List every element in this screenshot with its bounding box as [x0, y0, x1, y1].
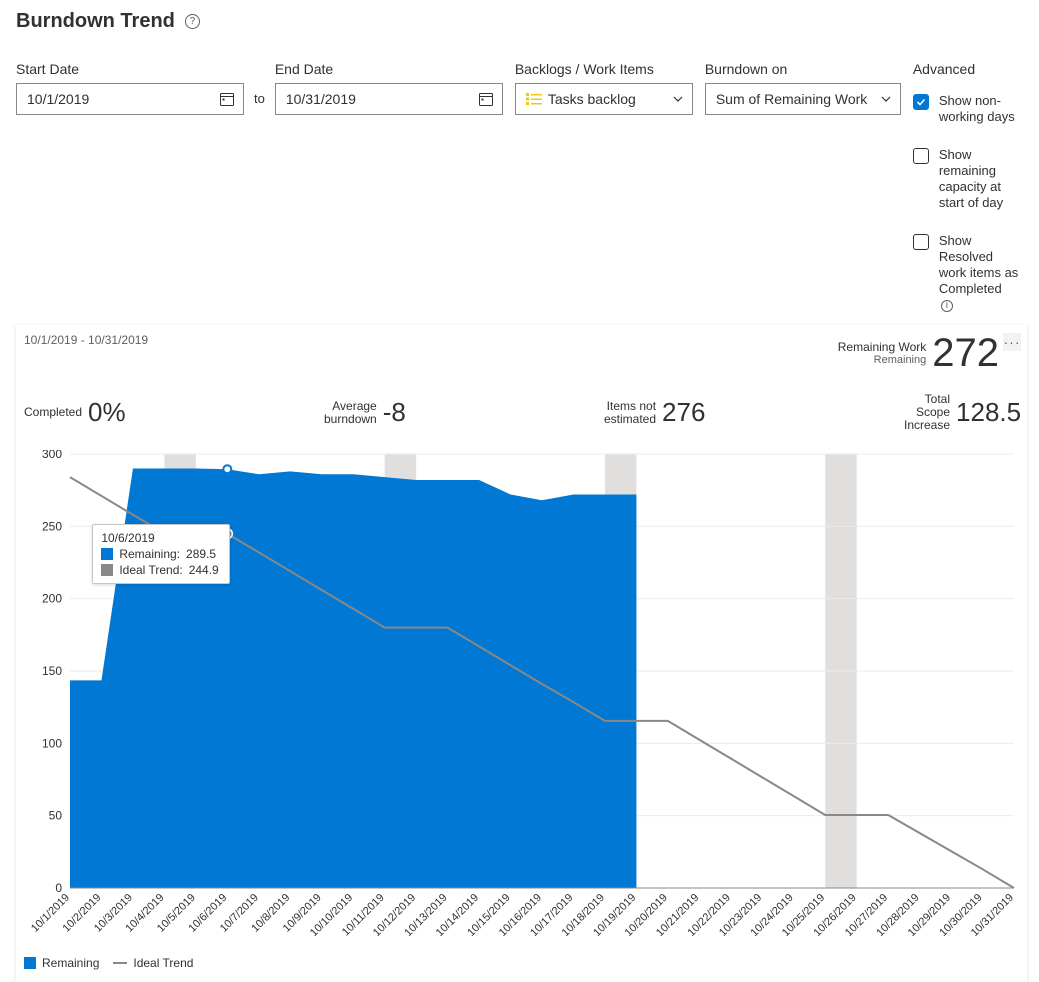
- burndown-card: 10/1/2019 - 10/31/2019 Remaining Work Re…: [16, 325, 1027, 982]
- start-date-input[interactable]: 10/1/2019: [16, 83, 244, 115]
- end-date-input[interactable]: 10/31/2019: [275, 83, 503, 115]
- burndown-label: Burndown on: [705, 61, 901, 77]
- backlogs-label: Backlogs / Work Items: [515, 61, 693, 77]
- date-range: 10/1/2019 - 10/31/2019: [24, 333, 148, 347]
- calendar-icon: [219, 91, 235, 107]
- help-icon[interactable]: ?: [185, 14, 200, 29]
- checkbox-nonworking[interactable]: [913, 94, 929, 110]
- completed-value: 0%: [88, 397, 126, 428]
- items-not-estimated-value: 276: [662, 397, 705, 428]
- page-title: Burndown Trend: [16, 10, 175, 33]
- adv-resolved-label: Show Resolved work items as Completed i: [939, 233, 1019, 313]
- end-date-value: 10/31/2019: [286, 91, 356, 107]
- start-date-label: Start Date: [16, 61, 244, 77]
- more-options-icon[interactable]: ···: [1003, 333, 1021, 351]
- filter-bar: Start Date 10/1/2019 to End Date 10/31/2…: [16, 61, 1039, 313]
- backlogs-select[interactable]: Tasks backlog: [515, 83, 693, 115]
- info-icon[interactable]: i: [941, 300, 953, 312]
- checkbox-resolved[interactable]: [913, 234, 929, 250]
- chart-legend: Remaining Ideal Trend: [24, 956, 1021, 970]
- svg-text:200: 200: [42, 592, 62, 606]
- legend-swatch-ideal: [113, 962, 127, 964]
- advanced-label: Advanced: [913, 61, 1019, 77]
- svg-text:150: 150: [42, 664, 62, 678]
- scope-increase-label-2: Increase: [904, 419, 950, 432]
- start-date-value: 10/1/2019: [27, 91, 89, 107]
- burndown-chart[interactable]: 05010015020025030010/1/201910/2/201910/3…: [24, 450, 1020, 936]
- chevron-down-icon: [672, 93, 684, 105]
- remaining-value: 272: [932, 333, 999, 373]
- avg-burndown-value: -8: [383, 397, 406, 428]
- svg-text:250: 250: [42, 519, 62, 533]
- tasks-icon: [526, 93, 542, 105]
- to-label: to: [254, 91, 265, 115]
- end-date-label: End Date: [275, 61, 503, 77]
- tooltip-date: 10/6/2019: [101, 531, 218, 545]
- completed-label: Completed: [24, 406, 82, 419]
- checkbox-capacity[interactable]: [913, 148, 929, 164]
- remaining-work-label: Remaining Work: [838, 340, 926, 354]
- legend-swatch-remaining: [24, 957, 36, 969]
- calendar-icon: [478, 91, 494, 107]
- chevron-down-icon: [880, 93, 892, 105]
- items-not-estimated-label-1: Items not: [604, 400, 656, 413]
- svg-text:300: 300: [42, 450, 62, 461]
- burndown-value: Sum of Remaining Work: [716, 91, 867, 107]
- svg-text:50: 50: [49, 809, 63, 823]
- adv-nonworking-label: Show non-working days: [939, 93, 1019, 125]
- backlogs-value: Tasks backlog: [548, 91, 636, 107]
- avg-burndown-label-1: Average: [324, 400, 377, 413]
- scope-increase-label-1: Total Scope: [904, 393, 950, 419]
- remaining-sublabel: Remaining: [838, 354, 926, 366]
- items-not-estimated-label-2: estimated: [604, 413, 656, 426]
- scope-increase-value: 128.5: [956, 397, 1021, 428]
- adv-capacity-label: Show remaining capacity at start of day: [939, 147, 1019, 211]
- avg-burndown-label-2: burndown: [324, 413, 377, 426]
- svg-text:100: 100: [42, 736, 62, 750]
- chart-tooltip: 10/6/2019 Remaining: 289.5 Ideal Trend: …: [92, 524, 229, 584]
- burndown-select[interactable]: Sum of Remaining Work: [705, 83, 901, 115]
